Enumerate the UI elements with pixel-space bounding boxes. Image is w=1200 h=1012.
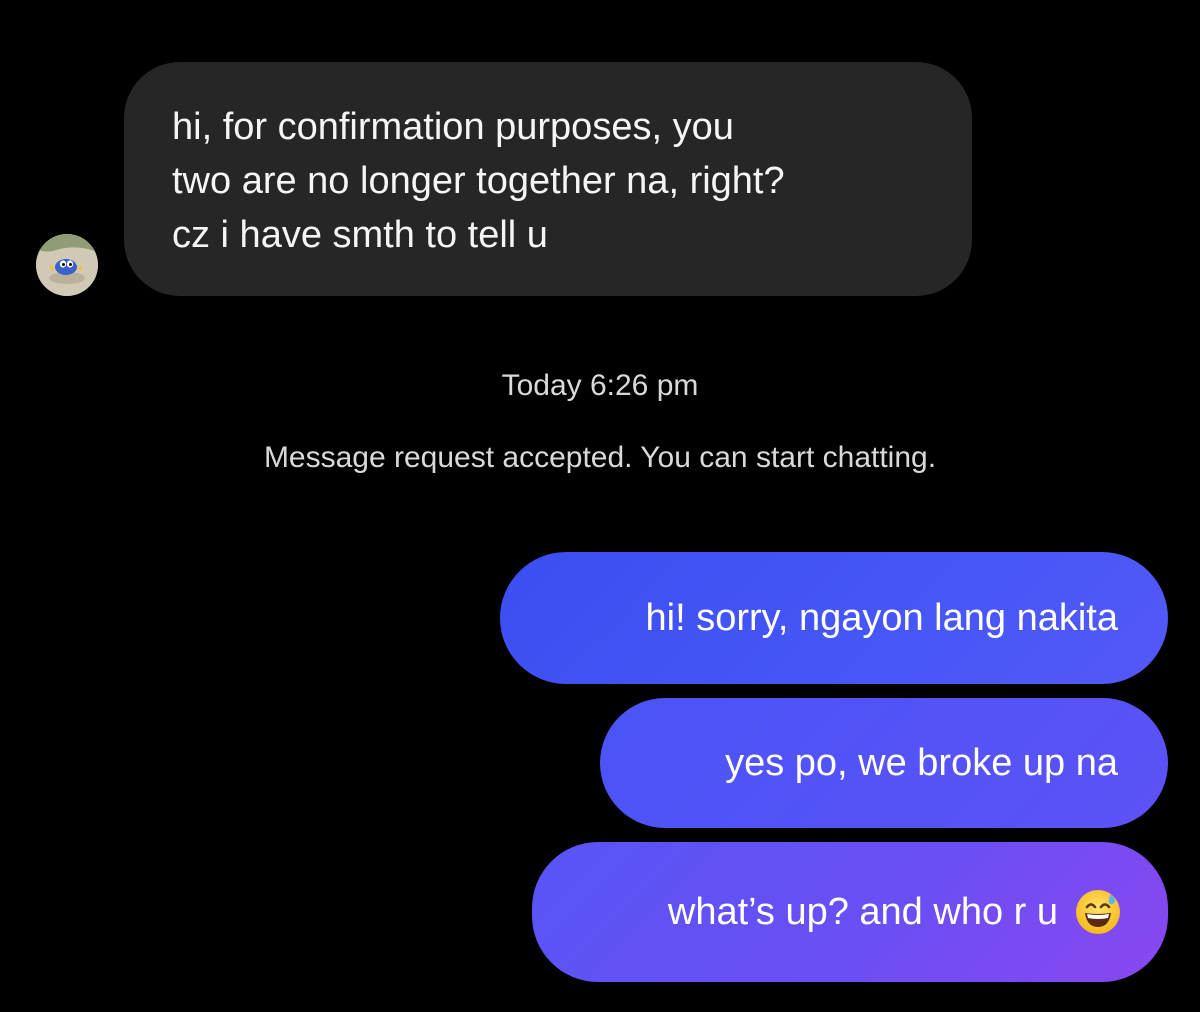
incoming-message-line: two are no longer together na, right? xyxy=(172,160,785,202)
outgoing-message-bubble[interactable]: yes po, we broke up na xyxy=(600,698,1168,828)
outgoing-message-text: yes po, we broke up na xyxy=(725,741,1118,784)
outgoing-message-text: hi! sorry, ngayon lang nakita xyxy=(645,596,1118,639)
outgoing-message-bubble[interactable]: what’s up? and who r u xyxy=(532,842,1168,982)
grinning-face-with-sweat-icon xyxy=(1074,888,1122,936)
message-request-notice: Message request accepted. You can start … xyxy=(263,441,937,474)
outgoing-message-bubble[interactable]: hi! sorry, ngayon lang nakita xyxy=(500,552,1168,684)
incoming-message-line: cz i have smth to tell u xyxy=(172,214,548,256)
outgoing-message-text: what’s up? and who r u xyxy=(667,890,1058,933)
incoming-message-bubble[interactable]: hi, for confirmation purposes, you two a… xyxy=(124,62,972,296)
message-timestamp: Today 6:26 pm xyxy=(501,369,699,402)
incoming-message-line: hi, for confirmation purposes, you xyxy=(172,106,734,148)
sender-avatar[interactable] xyxy=(36,234,98,296)
finned-creature-avatar-icon xyxy=(36,234,98,296)
